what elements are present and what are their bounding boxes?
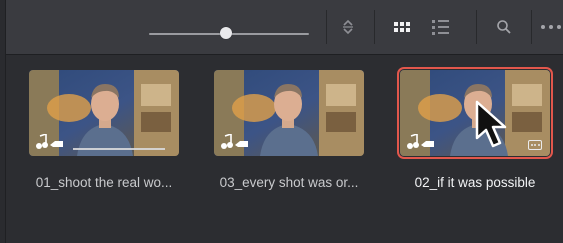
sort-updown-icon — [343, 19, 353, 35]
toolbar-divider — [326, 10, 327, 44]
media-pool-panel: 01_shoot the real wo... 03_every shot wa… — [5, 0, 563, 243]
audio-music-note-icon — [407, 134, 434, 149]
search-button[interactable] — [491, 14, 517, 40]
media-pool-toolbar — [6, 0, 563, 55]
clip-label: 01_shoot the real wo... — [35, 175, 173, 190]
clip-thumbnail-image — [214, 70, 364, 156]
more-options-button[interactable] — [539, 14, 563, 40]
sort-button[interactable] — [335, 14, 361, 40]
list-view-icon — [431, 19, 449, 35]
toolbar-divider — [531, 10, 532, 44]
toolbar-divider — [374, 10, 375, 44]
mouse-pointer-cursor-icon — [475, 100, 507, 148]
audio-music-note-icon — [221, 134, 248, 149]
clip-label: 03_every shot was or... — [219, 175, 359, 190]
clip-usage-progress-bar — [73, 148, 165, 150]
clip-thumbnail-image — [29, 70, 179, 156]
clip-thumbnail[interactable]: 03_every shot was or... — [214, 70, 364, 190]
zoom-slider-knob[interactable] — [220, 27, 232, 39]
search-icon — [497, 20, 511, 34]
thumbnail-view-button[interactable] — [389, 14, 415, 40]
toolbar-divider — [476, 10, 477, 44]
audio-music-note-icon — [36, 134, 63, 149]
thumbnail-grid-icon — [394, 22, 410, 32]
more-options-icon — [541, 25, 561, 29]
list-view-button[interactable] — [427, 14, 453, 40]
clip-thumbnail[interactable]: 01_shoot the real wo... — [29, 70, 179, 190]
clip-label: 02_if it was possible — [414, 175, 536, 190]
clip-options-badge-icon[interactable] — [528, 140, 542, 150]
